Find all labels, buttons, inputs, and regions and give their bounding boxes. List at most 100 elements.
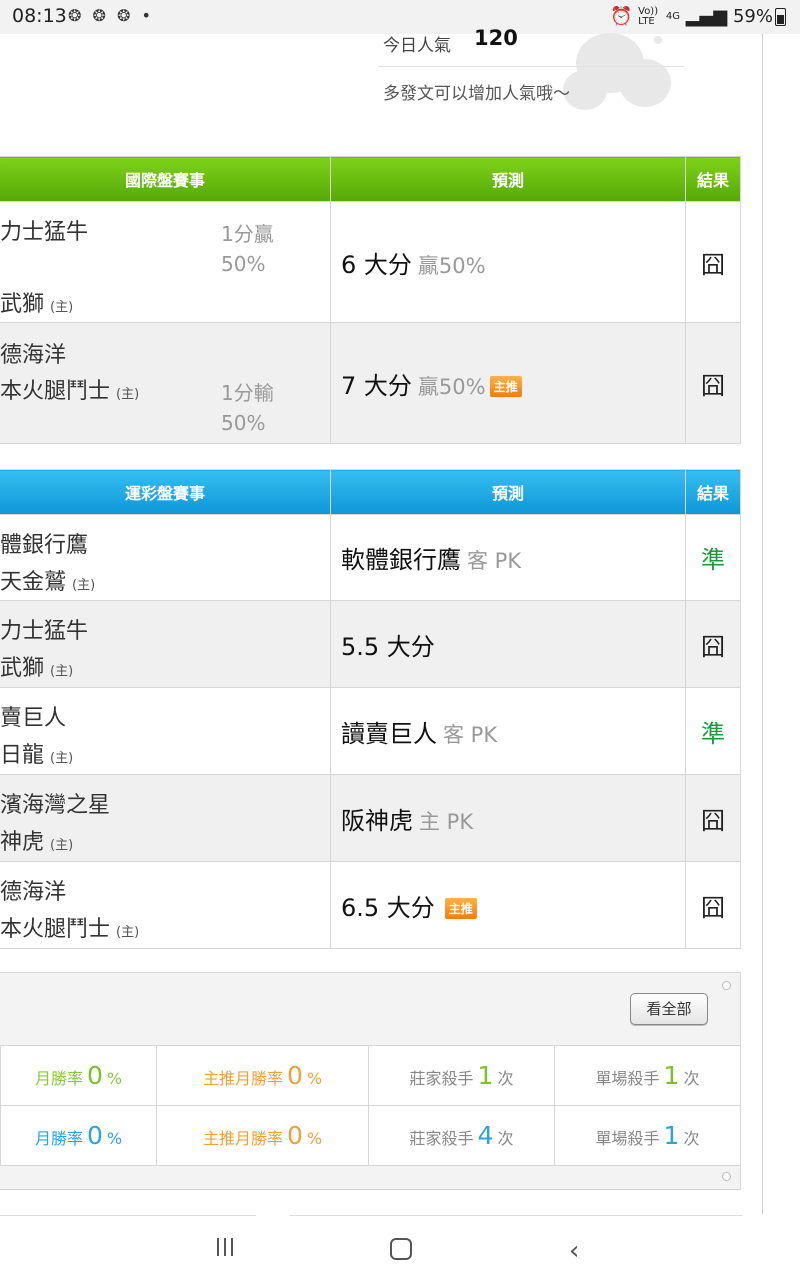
prediction-text: 軟體銀行鷹 bbox=[341, 546, 461, 574]
notification-icons: ❂ ❂ ❂ • bbox=[68, 6, 154, 25]
handicap-line: 1分贏 bbox=[221, 222, 274, 246]
prediction-text: 5.5 大分 bbox=[341, 632, 435, 661]
table-header: 運彩盤賽事 預測 結果 bbox=[0, 469, 741, 515]
status-time: 08:13 bbox=[12, 5, 67, 27]
main-pick-badge: 主推 bbox=[489, 376, 522, 397]
result-cell: 囧 bbox=[685, 201, 741, 323]
main-pick-badge: 主推 bbox=[444, 898, 477, 919]
prediction-cell: 6.5 大分 主推 bbox=[330, 861, 686, 949]
network-icon: 4G bbox=[665, 11, 680, 22]
signal-icon: ▂▄▆ bbox=[685, 6, 728, 27]
match-teams: 德海洋 本火腿鬥士 (主) 1分輸 50% bbox=[0, 322, 331, 444]
stats-row: 月勝率 0% 主推月勝率 0% 莊家殺手 4 次 單場殺手 1 次 bbox=[0, 1105, 741, 1166]
single-game-killer: 單場殺手 1 次 bbox=[554, 1105, 741, 1166]
prediction-odds: 贏50% bbox=[417, 253, 486, 278]
handicap-odds: 50% bbox=[221, 411, 266, 435]
prediction-odds: 贏50% bbox=[417, 374, 486, 399]
match-teams: 濱海灣之星 神虎 (主) bbox=[0, 774, 331, 862]
prediction-cell: 阪神虎主 PK bbox=[330, 774, 686, 862]
table-row[interactable]: 力士猛牛 武獅 (主) 5.5 大分 囧 bbox=[0, 600, 741, 688]
banker-killer: 莊家殺手 4 次 bbox=[368, 1105, 555, 1166]
match-teams: 賣巨人 日龍 (主) bbox=[0, 687, 331, 775]
away-team: 德海洋 bbox=[0, 343, 67, 368]
result-cell: 囧 bbox=[685, 861, 741, 949]
away-team: 濱海灣之星 bbox=[0, 793, 111, 818]
prediction-odds: 主 PK bbox=[419, 809, 474, 834]
prediction-text: 讀賣巨人 bbox=[341, 719, 437, 748]
prediction-text: 6 大分 bbox=[341, 250, 412, 279]
header-result: 結果 bbox=[685, 156, 741, 202]
prediction-cell: 6 大分 贏50% bbox=[330, 201, 686, 323]
header-prediction: 預測 bbox=[330, 156, 686, 202]
home-tag: (主) bbox=[72, 578, 96, 593]
popularity-hint: 多發文可以增加人氣哦～ bbox=[383, 84, 570, 104]
home-team: 武獅 bbox=[0, 292, 45, 317]
match-teams: 體銀行鷹 天金鷲 (主) bbox=[0, 514, 331, 601]
main-pick-win-rate: 主推月勝率 0% bbox=[156, 1105, 369, 1166]
corner-circle-icon bbox=[722, 981, 731, 990]
prediction-cell: 讀賣巨人客 PK bbox=[330, 687, 686, 775]
single-game-killer: 單場殺手 1 次 bbox=[554, 1045, 741, 1106]
corner-circle-icon bbox=[722, 1172, 731, 1181]
table-row[interactable]: 力士猛牛 武獅 (主) 1分贏 50% 6 大分 贏50% 囧 bbox=[0, 201, 741, 323]
home-team: 本火腿鬥士 bbox=[0, 917, 111, 942]
status-right: ⏰ Vo)) LTE 4G ▂▄▆ 59% bbox=[610, 6, 786, 27]
prediction-text: 6.5 大分 bbox=[341, 893, 435, 922]
monthly-win-rate: 月勝率 0% bbox=[0, 1045, 157, 1106]
home-team: 日龍 bbox=[0, 743, 45, 768]
volte-icon: Vo)) LTE bbox=[638, 6, 659, 27]
home-team: 天金鷲 bbox=[0, 570, 67, 595]
result-cell: 囧 bbox=[685, 322, 741, 444]
alarm-icon: ⏰ bbox=[609, 6, 633, 27]
home-tag: (主) bbox=[50, 300, 74, 315]
table-row[interactable]: 德海洋 本火腿鬥士 (主) 1分輸 50% 7 大分 贏50% 主推 囧 bbox=[0, 322, 741, 444]
banker-killer: 莊家殺手 1 次 bbox=[368, 1045, 555, 1106]
table-row[interactable]: 德海洋 本火腿鬥士 (主) 6.5 大分 主推 囧 bbox=[0, 861, 741, 949]
away-team: 體銀行鷹 bbox=[0, 533, 89, 558]
recent-apps-icon[interactable] bbox=[217, 1238, 238, 1260]
prediction-odds: 客 PK bbox=[467, 549, 522, 573]
away-team: 力士猛牛 bbox=[0, 619, 89, 644]
page-edge-line bbox=[762, 34, 763, 1214]
home-tag: (主) bbox=[116, 925, 140, 940]
home-team: 神虎 bbox=[0, 830, 45, 855]
prediction-cell: 軟體銀行鷹客 PK bbox=[330, 514, 686, 601]
match-teams: 力士猛牛 武獅 (主) bbox=[0, 600, 331, 688]
lottery-predictions-table: 運彩盤賽事 預測 結果 體銀行鷹 天金鷲 (主) 軟體銀行鷹客 PK 準 力士猛牛… bbox=[0, 469, 741, 949]
stats-table: 月勝率 0% 主推月勝率 0% 莊家殺手 1 次 單場殺手 1 次 月勝率 0% 主推月勝率 0… bbox=[0, 1045, 741, 1166]
back-icon[interactable]: ‹ bbox=[569, 1236, 579, 1266]
result-cell: 準 bbox=[685, 514, 741, 601]
battery-icon bbox=[775, 8, 786, 26]
table-row[interactable]: 體銀行鷹 天金鷲 (主) 軟體銀行鷹客 PK 準 bbox=[0, 514, 741, 601]
divider bbox=[290, 1215, 742, 1216]
match-teams: 德海洋 本火腿鬥士 (主) bbox=[0, 861, 331, 949]
handicap-odds: 50% bbox=[221, 252, 266, 276]
monthly-win-rate: 月勝率 0% bbox=[0, 1105, 157, 1166]
away-team: 力士猛牛 bbox=[0, 220, 89, 245]
view-all-button[interactable]: 看全部 bbox=[630, 993, 708, 1025]
result-cell: 囧 bbox=[685, 600, 741, 688]
table-row[interactable]: 濱海灣之星 神虎 (主) 阪神虎主 PK 囧 bbox=[0, 774, 741, 862]
table-header: 國際盤賽事 預測 結果 bbox=[0, 156, 741, 202]
stats-row: 月勝率 0% 主推月勝率 0% 莊家殺手 1 次 單場殺手 1 次 bbox=[0, 1045, 741, 1106]
prediction-odds: 客 PK bbox=[443, 722, 498, 747]
match-teams: 力士猛牛 武獅 (主) 1分贏 50% bbox=[0, 201, 331, 323]
header-match: 運彩盤賽事 bbox=[0, 469, 331, 515]
home-tag: (主) bbox=[50, 751, 74, 766]
away-team: 賣巨人 bbox=[0, 706, 67, 731]
header-prediction: 預測 bbox=[330, 469, 686, 515]
home-tag: (主) bbox=[50, 838, 74, 853]
home-team: 本火腿鬥士 bbox=[0, 379, 111, 404]
prediction-cell: 5.5 大分 bbox=[330, 600, 686, 688]
table-row[interactable]: 賣巨人 日龍 (主) 讀賣巨人客 PK 準 bbox=[0, 687, 741, 775]
handicap-line: 1分輸 bbox=[221, 381, 274, 405]
result-cell: 囧 bbox=[685, 774, 741, 862]
divider bbox=[0, 1215, 256, 1216]
home-icon[interactable] bbox=[390, 1238, 412, 1260]
popularity-value: 120 bbox=[474, 26, 518, 50]
prediction-text: 阪神虎 bbox=[341, 806, 413, 835]
intl-predictions-table: 國際盤賽事 預測 結果 力士猛牛 武獅 (主) 1分贏 50% 6 大分 贏50% 囧… bbox=[0, 156, 741, 444]
result-cell: 準 bbox=[685, 687, 741, 775]
divider bbox=[378, 66, 684, 67]
home-tag: (主) bbox=[50, 664, 74, 679]
